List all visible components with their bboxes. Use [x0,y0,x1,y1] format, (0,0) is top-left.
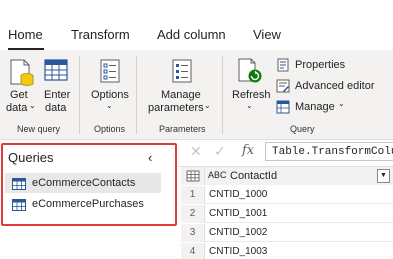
formula-input[interactable]: Table.TransformColum [265,142,393,161]
group-label-options: Options [94,124,126,134]
enter-data-label[interactable]: Enter [44,89,70,101]
row-number: 2 [181,205,205,223]
row-number: 3 [181,224,205,242]
chevron-down-icon[interactable]: ⌄ [29,101,36,110]
enter-data-label-2[interactable]: data [45,102,66,114]
manage-icon[interactable] [276,100,290,119]
properties-label[interactable]: Properties [295,59,345,71]
get-data-label-2[interactable]: data [6,102,27,114]
divider [222,56,223,134]
cancel-icon[interactable]: ✕ [190,143,202,160]
chevron-down-icon[interactable]: ⌄ [204,101,211,110]
query-item-ecommercepurchases[interactable]: eCommercePurchases [5,194,161,214]
group-label-new-query: New query [17,124,61,134]
query-item-label: eCommercePurchases [32,198,144,210]
advanced-editor-label[interactable]: Advanced editor [295,80,375,92]
grid-corner-button[interactable] [181,167,205,185]
manage-parameters-icon[interactable] [170,58,194,89]
divider [79,56,80,134]
tab-home[interactable]: Home [8,27,43,42]
query-item-ecommercecontacts[interactable]: eCommerceContacts [5,173,161,193]
options-icon[interactable] [98,58,122,89]
table-cell[interactable]: CNTID_1001 [205,205,393,223]
tab-add-column[interactable]: Add column [157,27,226,42]
properties-icon[interactable] [276,58,290,77]
table-icon [12,198,26,216]
column-filter-dropdown-icon[interactable]: ▼ [377,169,390,183]
advanced-editor-icon[interactable] [276,79,290,98]
chevron-down-icon[interactable]: ⌄ [338,99,345,108]
ribbon: Get data ⌄ Enter data New query Options … [0,50,393,140]
refresh-label[interactable]: Refresh [232,89,271,101]
get-data-label[interactable]: Get [10,89,28,101]
divider [136,56,137,134]
fx-icon[interactable]: fx [242,143,254,158]
row-number: 1 [181,186,205,204]
tab-view[interactable]: View [253,27,281,42]
table-icon [12,177,26,195]
commit-icon[interactable]: ✓ [214,143,226,160]
queries-title: Queries [8,150,54,165]
group-label-parameters: Parameters [159,124,206,134]
column-header-label: ContactId [230,170,278,182]
manage-parameters-label-2[interactable]: parameters [148,102,204,114]
table-menu-icon[interactable] [181,167,205,185]
manage-label[interactable]: Manage [295,101,335,113]
text-type-icon[interactable]: ABC [208,170,227,180]
chevron-down-icon[interactable]: ⌄ [106,101,113,110]
get-data-icon[interactable] [9,58,35,93]
table-cell[interactable]: CNTID_1002 [205,224,393,242]
refresh-icon[interactable] [236,57,264,90]
manage-parameters-label[interactable]: Manage [161,89,201,101]
collapse-icon[interactable]: ‹ [148,150,152,165]
options-label[interactable]: Options [91,89,129,101]
enter-data-icon[interactable] [44,58,68,87]
row-number: 4 [181,243,205,259]
query-item-label: eCommerceContacts [32,177,136,189]
tab-transform[interactable]: Transform [71,27,130,42]
ribbon-tabs: Home Transform Add column View [0,0,393,50]
chevron-down-icon[interactable]: ⌄ [246,101,253,110]
table-cell[interactable]: CNTID_1003 [205,243,393,259]
table-cell[interactable]: CNTID_1000 [205,186,393,204]
group-label-query: Query [290,124,315,134]
formula-text: Table.TransformColum [272,146,393,158]
